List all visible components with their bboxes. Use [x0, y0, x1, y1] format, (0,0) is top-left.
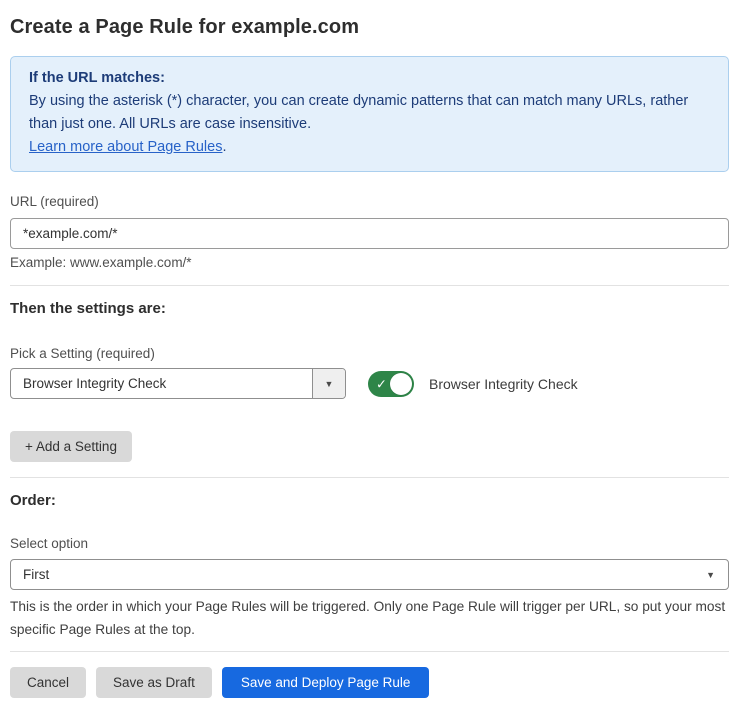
- info-box-heading: If the URL matches:: [29, 67, 710, 90]
- learn-more-link[interactable]: Learn more about Page Rules: [29, 139, 222, 155]
- save-as-draft-button[interactable]: Save as Draft: [96, 667, 212, 698]
- order-select[interactable]: First ▼: [10, 559, 729, 590]
- toggle-label: Browser Integrity Check: [429, 376, 578, 392]
- save-and-deploy-button[interactable]: Save and Deploy Page Rule: [222, 667, 430, 698]
- order-select-label: Select option: [10, 536, 729, 552]
- create-page-rule-form: Create a Page Rule for example.com If th…: [0, 0, 750, 698]
- divider: [10, 285, 729, 286]
- chevron-down-icon: ▼: [706, 570, 715, 580]
- info-box-link-line: Learn more about Page Rules.: [29, 136, 710, 159]
- url-match-info-box: If the URL matches: By using the asteris…: [10, 56, 729, 172]
- pick-setting-label: Pick a Setting (required): [10, 346, 729, 362]
- order-section-heading: Order:: [10, 492, 729, 510]
- divider: [10, 651, 729, 652]
- order-help-text: This is the order in which your Page Rul…: [10, 595, 729, 641]
- order-select-value: First: [23, 567, 49, 582]
- divider: [10, 477, 729, 478]
- setting-row: Browser Integrity Check ▼ ✓ Browser Inte…: [10, 368, 729, 399]
- url-label: URL (required): [10, 194, 729, 210]
- cancel-button[interactable]: Cancel: [10, 667, 86, 698]
- settings-section-heading: Then the settings are:: [10, 300, 729, 318]
- link-suffix: .: [222, 139, 226, 155]
- setting-toggle[interactable]: ✓: [368, 371, 414, 397]
- url-example-text: Example: www.example.com/*: [10, 255, 729, 271]
- toggle-knob: [390, 373, 412, 395]
- footer-actions: Cancel Save as Draft Save and Deploy Pag…: [10, 667, 729, 698]
- setting-dropdown-value: Browser Integrity Check: [11, 376, 166, 391]
- setting-dropdown[interactable]: Browser Integrity Check ▼: [10, 368, 346, 399]
- check-icon: ✓: [376, 377, 387, 390]
- url-input[interactable]: [10, 218, 729, 249]
- chevron-down-icon: ▼: [312, 369, 345, 398]
- info-box-body: By using the asterisk (*) character, you…: [29, 90, 710, 136]
- add-setting-button[interactable]: + Add a Setting: [10, 431, 132, 462]
- page-title: Create a Page Rule for example.com: [10, 14, 729, 40]
